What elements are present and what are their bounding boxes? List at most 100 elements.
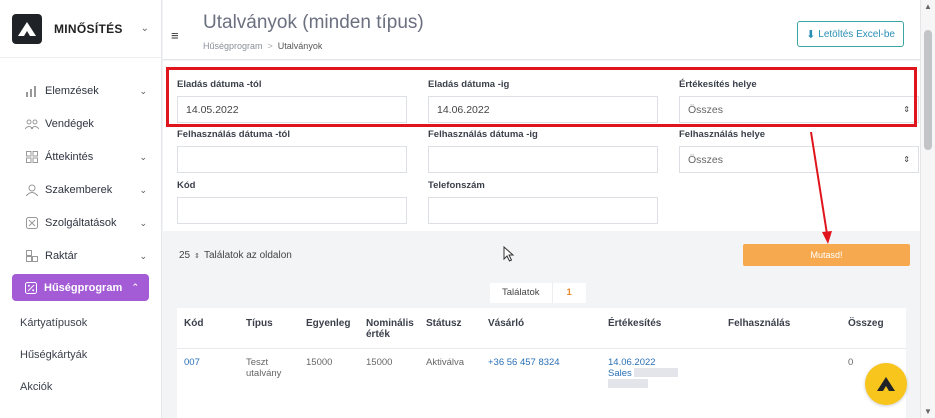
sidebar-item-label: Raktár [45, 250, 78, 262]
redacted-block [608, 379, 648, 389]
sidebar-subitem-kartyatipusok[interactable]: Kártyatípusok [0, 307, 161, 339]
scissors-icon [25, 216, 39, 230]
cell-nominal: 15000 [366, 356, 393, 368]
sidebar-item-label: Szakemberek [45, 184, 113, 196]
cell-buyer-link[interactable]: +36 56 457 8324 [481, 348, 601, 398]
column-header-nominal[interactable]: Nominális érték [359, 308, 419, 349]
column-header-type[interactable]: Típus [239, 308, 299, 349]
cell-balance: 15000 [306, 356, 333, 368]
redacted-block [634, 368, 679, 378]
code-label: Kód [177, 180, 196, 191]
sale-date-to-input[interactable]: 14.06.2022 [428, 96, 658, 123]
chevron-down-icon: ⌄ [139, 85, 147, 96]
sale-date-to-field: Eladás dátuma -ig 14.06.2022 [428, 79, 658, 123]
sale-place-label: Értékesítés helye [679, 79, 757, 90]
brand-switcher[interactable]: MINŐSÍTÉS ⌄ [0, 0, 161, 58]
cell-sale-place: Sales [608, 367, 632, 379]
page-title: Utalványok (minden típus) [203, 12, 424, 33]
grid-icon [25, 150, 39, 164]
cell-code-link[interactable]: 007 [177, 348, 239, 398]
sale-date-from-label: Eladás dátuma -tól [177, 79, 262, 90]
breadcrumb-separator: > [267, 41, 273, 51]
use-place-select[interactable]: Összes ⇕ [679, 146, 919, 173]
code-input[interactable] [177, 197, 407, 224]
vouchers-table: Kód Típus Egyenleg Nominális érték Státu… [177, 308, 906, 418]
chevron-down-icon: ⌄ [139, 250, 147, 261]
sale-date-from-input[interactable]: 14.05.2022 [177, 96, 407, 123]
select-arrows-icon: ⇕ [903, 155, 910, 164]
column-header-buyer[interactable]: Vásárló [481, 308, 601, 349]
user-icon [25, 183, 39, 197]
sale-place-field: Értékesítés helye Összes ⇕ [679, 79, 919, 123]
phone-input[interactable] [428, 197, 658, 224]
download-excel-button[interactable]: ⬇ Letöltés Excel-be [797, 21, 904, 47]
column-header-code[interactable]: Kód [177, 308, 239, 349]
sidebar-item-elemzesek[interactable]: Elemzések ⌄ [0, 76, 161, 106]
use-date-to-input[interactable] [428, 146, 658, 173]
sidebar-item-attekintes[interactable]: Áttekintés ⌄ [0, 142, 161, 172]
scroll-up-icon[interactable]: ▲ [924, 2, 932, 11]
use-date-to-label: Felhasználás dátuma -ig [428, 129, 538, 140]
per-page-select[interactable]: 25 ⇕ Találatok az oldalon [179, 250, 292, 261]
download-icon: ⬇ [806, 28, 816, 41]
column-header-usage[interactable]: Felhasználás [721, 308, 841, 349]
sidebar-item-szolgaltatasok[interactable]: Szolgáltatások ⌄ [0, 208, 161, 238]
use-place-value: Összes [688, 153, 724, 166]
scrollbar-thumb[interactable] [924, 30, 932, 150]
sidebar-menu: Elemzések ⌄ Vendégek Áttekintés ⌄ Szakem… [0, 58, 161, 403]
sidebar-item-label: Elemzések [45, 85, 99, 97]
sidebar-item-label: Vendégek [45, 118, 94, 130]
select-arrows-icon: ⇕ [903, 105, 910, 114]
cell-usage [721, 348, 841, 398]
table-row: 007 Teszt utalvány 15000 15000 Aktiválva… [177, 348, 906, 398]
download-excel-label: Letöltés Excel-be [818, 28, 895, 40]
sidebar-item-label: Áttekintés [45, 151, 94, 163]
use-date-from-input[interactable] [177, 146, 407, 173]
code-field: Kód [177, 180, 407, 224]
use-place-label: Felhasználás helye [679, 129, 766, 140]
cell-sale: 14.06.2022 Sales [601, 348, 721, 398]
page-header: ≡ Utalványok (minden típus) Hűségprogram… [163, 0, 920, 60]
help-chat-button[interactable] [865, 363, 907, 405]
sidebar-subitem-husegkartyak[interactable]: Hűségkártyák [0, 339, 161, 371]
sidebar-item-vendegek[interactable]: Vendégek [0, 109, 161, 139]
sale-date-from-field: Eladás dátuma -tól 14.05.2022 [177, 79, 407, 123]
chevron-down-icon: ⌄ [139, 184, 147, 195]
sidebar-item-raktar[interactable]: Raktár ⌄ [0, 241, 161, 271]
tab-results[interactable]: Találatok [490, 283, 553, 303]
sidebar-item-szakemberek[interactable]: Szakemberek ⌄ [0, 175, 161, 205]
chart-icon [25, 84, 39, 98]
column-header-balance[interactable]: Egyenleg [299, 308, 359, 349]
table-header-row: Kód Típus Egyenleg Nominális érték Státu… [177, 308, 906, 349]
use-date-to-field: Felhasználás dátuma -ig [428, 129, 658, 173]
annotation-arrow-icon [810, 131, 832, 244]
column-header-status[interactable]: Státusz [419, 308, 481, 349]
mouse-cursor-icon [503, 246, 515, 262]
chevron-down-icon: ⌄ [139, 217, 147, 228]
page-scrollbar[interactable]: ▲ ▼ [920, 0, 935, 418]
hamburger-menu-icon[interactable]: ≡ [171, 28, 179, 43]
sidebar-item-label: Szolgáltatások [45, 217, 117, 229]
percent-icon [24, 281, 38, 295]
sidebar-subitem-akciok[interactable]: Akciók [0, 371, 161, 403]
breadcrumb-current: Utalványok [277, 41, 323, 51]
users-icon [25, 117, 39, 131]
sidebar-item-husegprogram[interactable]: Hűségprogram ⌃ [12, 274, 149, 301]
chevron-down-icon: ⌄ [140, 23, 149, 34]
use-date-from-field: Felhasználás dátuma -tól [177, 129, 407, 173]
cell-sale-date: 14.06.2022 [608, 356, 656, 368]
results-count-badge: 1 [566, 287, 572, 298]
breadcrumb-item[interactable]: Hűségprogram [203, 41, 263, 51]
scroll-down-icon[interactable]: ▼ [924, 407, 932, 416]
results-tabs: Találatok 1 [490, 283, 586, 303]
column-header-sale[interactable]: Értékesítés [601, 308, 721, 349]
sale-place-select[interactable]: Összes ⇕ [679, 96, 919, 123]
column-header-amount[interactable]: Összeg [841, 308, 906, 349]
brand-logo-icon [877, 377, 895, 391]
use-place-field: Felhasználás helye Összes ⇕ [679, 129, 919, 173]
chevron-down-icon: ⌄ [139, 151, 147, 162]
brand-logo-icon [12, 13, 42, 44]
per-page-value: 25 [179, 250, 191, 261]
sidebar-item-label: Hűségprogram [44, 281, 123, 294]
phone-field: Telefonszám [428, 180, 658, 224]
